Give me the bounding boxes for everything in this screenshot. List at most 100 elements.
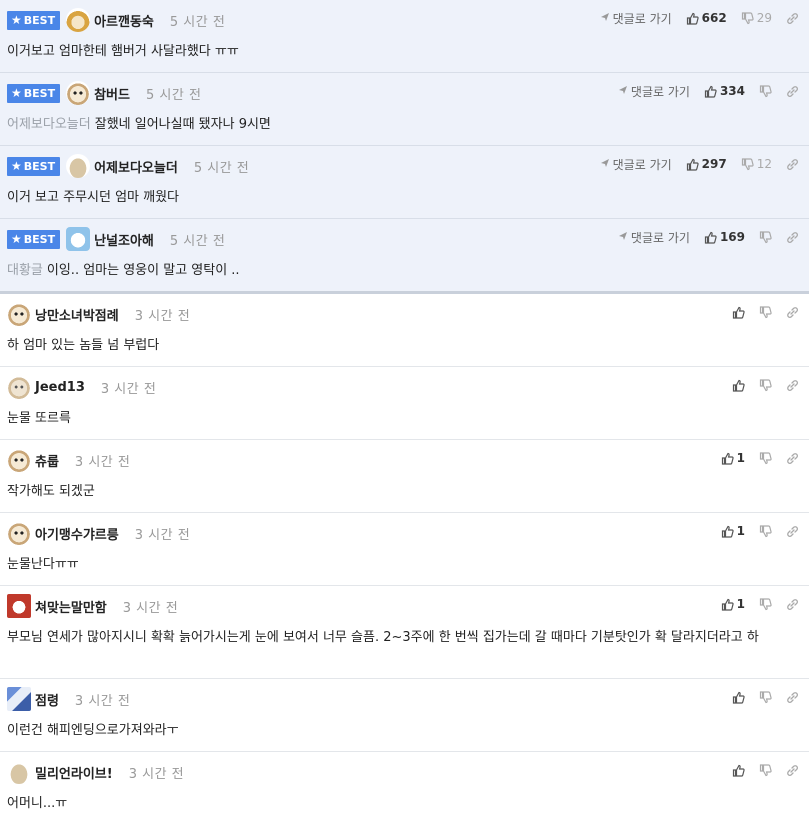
dislike-button[interactable] — [759, 84, 772, 98]
timestamp: 5 시간 전 — [193, 160, 250, 176]
reply-target[interactable]: 어제보다오늘더 — [7, 117, 91, 132]
share-link-button[interactable] — [786, 158, 799, 171]
comment-text: 어머니...ㅠ — [7, 796, 68, 811]
nickname[interactable]: 낭만소녀박점례 — [35, 305, 119, 324]
comment-row: 밀리언라이브! 3 시간 전어머니...ㅠ — [0, 752, 809, 819]
thumbs-up-icon — [686, 12, 699, 25]
comment-text: 부모님 연세가 많아지시니 확확 늙어가시는게 눈에 보여서 너무 슬픔. 2~… — [7, 630, 759, 645]
thumbs-up-icon — [721, 598, 734, 611]
dislike-button[interactable] — [759, 230, 772, 244]
thumbs-down-icon — [759, 378, 772, 392]
nickname[interactable]: 난널조아해 — [94, 230, 154, 249]
nickname[interactable]: 점령 — [35, 690, 59, 709]
share-link-button[interactable] — [786, 452, 799, 465]
avatar[interactable] — [66, 81, 91, 105]
avatar[interactable] — [7, 302, 31, 326]
reply-target[interactable]: 대황글 — [7, 263, 43, 278]
like-button[interactable] — [732, 691, 745, 704]
like-count: 1 — [736, 524, 745, 538]
like-button[interactable]: 1 — [721, 451, 745, 465]
comment-text: 이거 보고 주무시던 엄마 깨웠다 — [7, 190, 180, 205]
like-button[interactable]: 1 — [721, 597, 745, 611]
like-button[interactable]: 297 — [686, 157, 727, 171]
share-link-button[interactable] — [786, 379, 799, 392]
share-link-button[interactable] — [786, 85, 799, 98]
like-button[interactable] — [732, 306, 745, 319]
nickname[interactable]: 어제보다오늘더 — [94, 157, 178, 176]
nickname[interactable]: 츄룹 — [35, 451, 59, 470]
dislike-button[interactable] — [759, 597, 772, 611]
like-button[interactable]: 1 — [721, 524, 745, 538]
nickname[interactable]: 아기맹수갸르릉 — [35, 524, 119, 543]
go-to-reply-link[interactable]: 댓글로 가기 — [600, 10, 672, 27]
nickname[interactable]: Jeed13 — [35, 380, 85, 395]
thumbs-down-icon — [759, 690, 772, 704]
share-link-button[interactable] — [786, 525, 799, 538]
comment-text: 이거보고 엄마한테 햄버거 사달라했다 ㅠㅠ — [7, 44, 239, 59]
avatar[interactable] — [7, 375, 31, 399]
link-icon — [786, 85, 799, 98]
timestamp: 3 시간 전 — [134, 527, 191, 543]
nickname[interactable]: 밀리언라이브! — [35, 763, 113, 782]
link-icon — [786, 525, 799, 538]
dislike-button[interactable]: 12 — [741, 157, 772, 171]
avatar[interactable] — [7, 687, 31, 711]
like-button[interactable] — [732, 379, 745, 392]
like-button[interactable]: 662 — [686, 11, 727, 25]
go-to-reply-link[interactable]: 댓글로 가기 — [618, 229, 690, 246]
nickname[interactable]: 아르깬동숙 — [94, 11, 154, 30]
avatar[interactable] — [66, 8, 91, 32]
like-button[interactable]: 334 — [704, 84, 745, 98]
share-link-button[interactable] — [786, 691, 799, 704]
link-icon — [786, 379, 799, 392]
dislike-button[interactable] — [759, 305, 772, 319]
share-link-button[interactable] — [786, 306, 799, 319]
dislike-button[interactable] — [759, 451, 772, 465]
link-icon — [786, 306, 799, 319]
timestamp: 3 시간 전 — [74, 693, 131, 709]
thumbs-down-icon — [759, 230, 772, 244]
comment-text: 이잉.. 엄마는 영웅이 말고 영탁이 .. — [46, 263, 240, 278]
best-comment-row: ★ BEST 아르깬동숙 5 시간 전 이거보고 엄마한테 햄버거 사달라했다 ㅠㅠ 댓글… — [0, 0, 809, 73]
comment-header: 밀리언라이브! 3 시간 전 — [7, 760, 184, 784]
dislike-button[interactable] — [759, 690, 772, 704]
like-button[interactable]: 169 — [704, 230, 745, 244]
dislike-button[interactable] — [759, 378, 772, 392]
like-button[interactable] — [732, 764, 745, 777]
like-count: 297 — [701, 157, 727, 171]
dislike-button[interactable] — [759, 524, 772, 538]
dislike-button[interactable] — [759, 763, 772, 777]
nickname[interactable]: 참버드 — [94, 84, 130, 103]
go-to-reply-link[interactable]: 댓글로 가기 — [618, 83, 690, 100]
comment-header: 낭만소녀박점례 3 시간 전 — [7, 302, 190, 326]
avatar[interactable] — [7, 448, 31, 472]
comment-row: 아기맹수갸르릉 3 시간 전 눈물난다ㅠㅠ 1 — [0, 513, 809, 586]
share-link-button[interactable] — [786, 764, 799, 777]
nickname[interactable]: 쳐맞는말만함 — [35, 597, 107, 616]
comment-actions: 1 — [707, 521, 799, 541]
comment-row: 쳐맞는말만함 3 시간 전부모님 연세가 많아지시니 확확 늙어가시는게 눈에 보… — [0, 586, 809, 679]
send-arrow-icon — [600, 157, 613, 171]
avatar[interactable] — [66, 227, 91, 251]
share-link-button[interactable] — [786, 231, 799, 244]
thumbs-down-icon — [759, 305, 772, 319]
comment-header: 쳐맞는말만함 3 시간 전 — [7, 594, 178, 618]
star-icon: ★ — [11, 232, 22, 246]
dislike-button[interactable]: 29 — [741, 11, 772, 25]
share-link-button[interactable] — [786, 12, 799, 25]
comment-header: Jeed13 3 시간 전 — [7, 375, 156, 399]
comment-header: ★ BEST 참버드 5 시간 전 — [7, 81, 201, 105]
comment-actions — [718, 687, 799, 707]
thumbs-up-icon — [721, 452, 734, 465]
avatar[interactable] — [7, 521, 31, 545]
avatar[interactable] — [7, 760, 31, 784]
link-icon — [786, 231, 799, 244]
comment-actions — [718, 302, 799, 322]
timestamp: 3 시간 전 — [134, 308, 191, 324]
avatar[interactable] — [7, 594, 31, 618]
timestamp: 3 시간 전 — [74, 454, 131, 470]
avatar[interactable] — [66, 154, 91, 178]
go-to-reply-link[interactable]: 댓글로 가기 — [600, 156, 672, 173]
share-link-button[interactable] — [786, 598, 799, 611]
thumbs-down-icon — [741, 157, 754, 171]
